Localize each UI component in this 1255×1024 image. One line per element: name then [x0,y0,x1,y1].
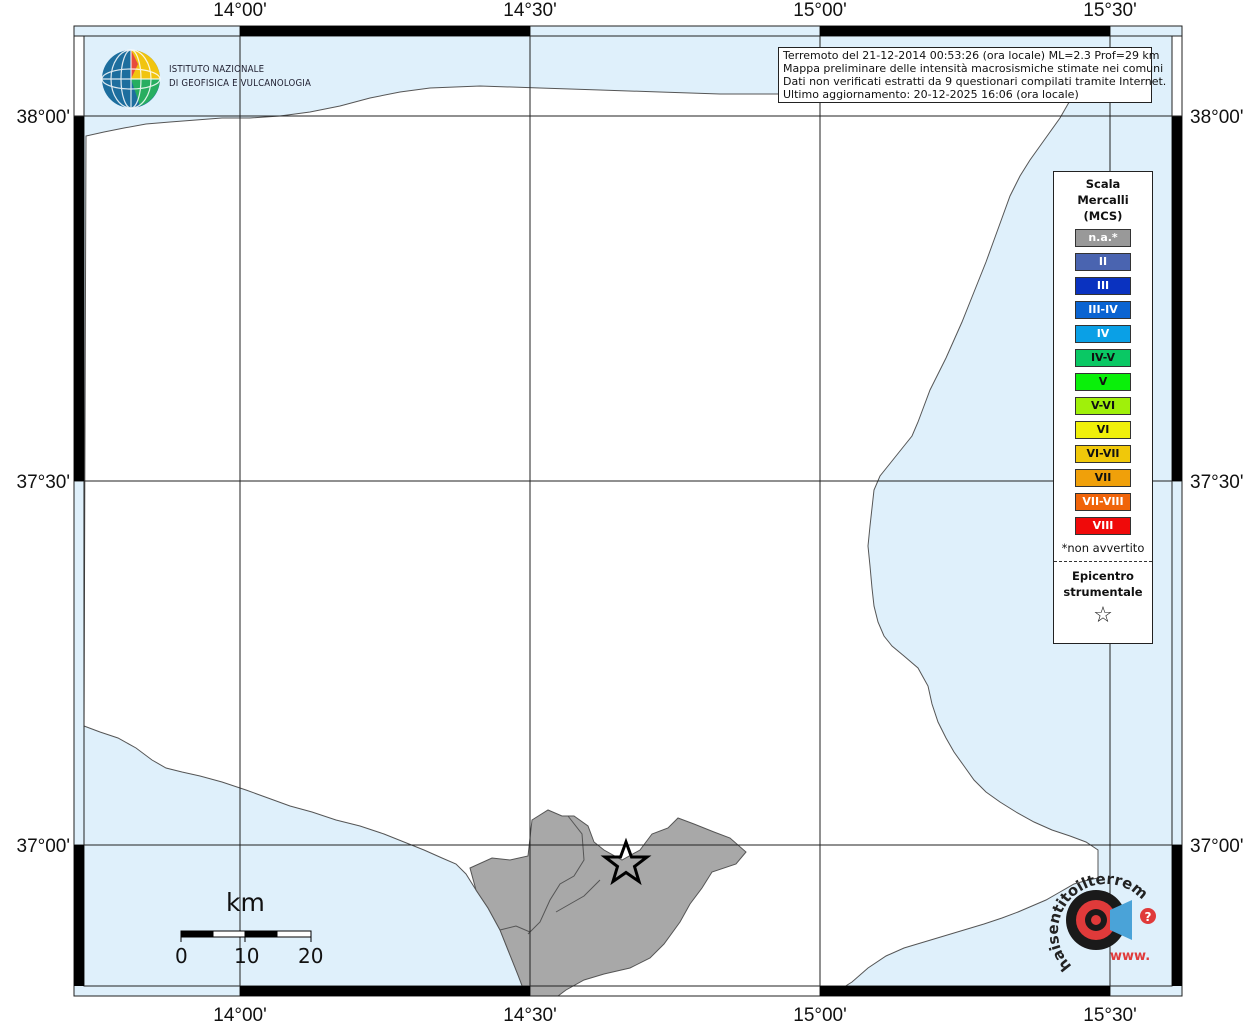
event-details: Terremoto del 21-12-2014 00:53:26 (ora l… [783,49,1160,62]
lon-label-top: 14°30' [503,0,557,21]
intensity-legend: Scala Mercalli (MCS) n.a.* II III III-IV IV I… [1053,171,1153,644]
last-update: Ultimo aggiornamento: 20-12-2025 16:06 (… [783,88,1079,101]
data-source-note: Dati non verificati estratti da 9 questi… [783,75,1167,88]
legend-item: III-IV [1075,301,1131,319]
lon-label-bottom: 15°30' [1083,1005,1137,1024]
legend-item: VI-VII [1075,445,1131,463]
legend-title-line2: Mercalli [1077,193,1129,207]
legend-item: IV [1075,325,1131,343]
event-info-box: Terremoto del 21-12-2014 00:53:26 (ora l… [778,47,1167,103]
ingv-name-line2: DI GEOFISICA E VULCANOLOGIA [169,78,312,89]
legend-item: VI [1075,421,1131,439]
globe-icon [101,49,161,109]
legend-item: V-VI [1075,397,1131,415]
map-description: Mappa preliminare delle intensità macros… [783,62,1164,75]
lon-label-bottom: 14°00' [213,1005,267,1024]
legend-items: n.a.* II III III-IV IV IV-V V V-VI VI VI-VII VII VI… [1054,229,1152,535]
legend-note: *non avvertito [1061,541,1145,555]
lat-label-right: 37°00' [1190,836,1244,857]
legend-item: VII [1075,469,1131,487]
legend-epicenter-line2: strumentale [1063,585,1143,599]
legend-item: n.a.* [1075,229,1131,247]
scale-tick-label: 20 [298,944,324,968]
lat-label-left: 37°30' [17,472,71,493]
legend-item: V [1075,373,1131,391]
scale-bar: km 0 10 20 [170,888,340,968]
scale-tick-label: 10 [234,944,260,968]
scale-unit: km [226,888,265,917]
legend-epicenter-line1: Epicentro [1072,569,1134,583]
legend-title-line3: (MCS) [1083,209,1123,223]
lat-label-right: 38°00' [1190,107,1244,128]
ingv-name-line1: ISTITUTO NAZIONALE [169,64,265,75]
ingv-logo: ISTITUTO NAZIONALE DI GEOFISICA E VULCAN… [100,48,312,110]
lat-label-right: 37°30' [1190,472,1244,493]
lon-label-bottom: 15°00' [793,1005,847,1024]
legend-item: IV-V [1075,349,1131,367]
legend-item: VII-VIII [1075,493,1131,511]
haisentito-logo: haisentitoilterremoto.it www. ? [1027,844,1162,978]
question-icon: ? [1145,910,1152,924]
scale-tick-label: 0 [175,944,188,968]
legend-item: III [1075,277,1131,295]
lat-label-left: 38°00' [17,107,71,128]
lon-label-bottom: 14°30' [503,1005,557,1024]
legend-item: VIII [1075,517,1131,535]
star-icon: ☆ [1093,603,1113,628]
lat-label-left: 37°00' [17,836,71,857]
legend-title-line1: Scala [1085,177,1121,191]
lon-label-top: 15°30' [1083,0,1137,21]
lon-label-top: 15°00' [793,0,847,21]
legend-divider [1054,561,1152,562]
logo-www: www. [1110,949,1150,964]
lon-label-top: 14°00' [213,0,267,21]
legend-item: II [1075,253,1131,271]
